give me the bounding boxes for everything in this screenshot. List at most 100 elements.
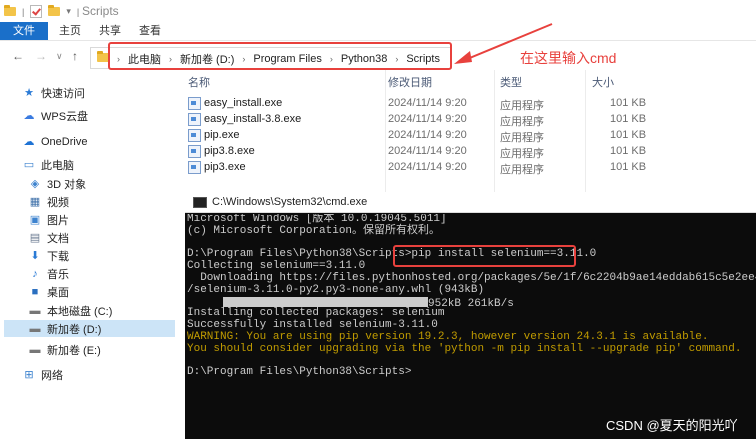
cmd-line: /selenium-3.11.0-py2.py3-none-any.whl (9… (187, 283, 485, 296)
address-highlight-box (108, 42, 452, 70)
cmd-window[interactable]: C:\Windows\System32\cmd.exe Microsoft Wi… (185, 192, 756, 439)
quick-access-toolbar: | ▾ | (4, 5, 79, 18)
tab-file[interactable]: 文件 (0, 22, 48, 40)
star-icon: ★ (24, 87, 34, 99)
cmd-warning-line: You should consider upgrading via the 'p… (187, 342, 742, 355)
folder-icon (4, 5, 16, 16)
file-date: 2024/11/14 9:20 (388, 161, 467, 173)
onedrive-icon: ☁ (23, 136, 35, 148)
nav-item-videos[interactable]: ▦ 视频 (28, 193, 69, 210)
watermark: CSDN @夏天的阳光吖 (606, 418, 738, 433)
file-size: 101 KB (610, 113, 647, 125)
annotation-text: 在这里输入cmd (520, 50, 617, 66)
nav-item-label: 新加卷 (E:) (47, 344, 101, 357)
nav-item-label: 新加卷 (D:) (47, 323, 102, 336)
file-name: pip3.8.exe (204, 145, 255, 157)
file-name: easy_install.exe (204, 97, 283, 109)
exe-file-icon (188, 97, 201, 110)
drive-icon: ▬ (29, 322, 41, 335)
cloud-icon: ☁ (23, 110, 35, 122)
file-size: 101 KB (610, 129, 647, 141)
music-icon: ♪ (32, 267, 38, 280)
file-row[interactable]: pip.exe 2024/11/14 9:20 应用程序 101 KB (182, 128, 756, 144)
nav-item-label: 快速访问 (41, 87, 85, 100)
file-date: 2024/11/14 9:20 (388, 129, 467, 141)
nav-item-documents[interactable]: ▤ 文档 (28, 229, 69, 246)
file-date: 2024/11/14 9:20 (388, 145, 467, 157)
nav-item-label: OneDrive (41, 135, 88, 148)
nav-item-drive-d[interactable]: ▬ 新加卷 (D:) (4, 320, 175, 337)
file-date: 2024/11/14 9:20 (388, 97, 467, 109)
video-icon: ▦ (29, 196, 41, 208)
column-header-name[interactable]: 名称 (188, 74, 210, 90)
nav-item-label: 3D 对象 (47, 178, 87, 191)
document-icon: ▤ (29, 232, 41, 244)
nav-item-drive-e[interactable]: ▬ 新加卷 (E:) (28, 341, 101, 358)
nav-item-label: 视频 (47, 196, 69, 209)
ribbon-tabs: 文件 主页 共享 查看 (0, 22, 756, 41)
nav-item-onedrive[interactable]: ☁ OneDrive (22, 133, 88, 150)
nav-item-label: WPS云盘 (41, 110, 89, 123)
exe-file-icon (188, 129, 201, 142)
desktop-icon: ■ (31, 285, 39, 298)
separator-icon: | (22, 6, 25, 17)
up-arrow-icon[interactable]: ↑ (72, 49, 78, 63)
nav-item-label: 文档 (47, 232, 69, 245)
file-type: 应用程序 (500, 100, 544, 112)
tab-home[interactable]: 主页 (52, 22, 88, 40)
nav-item-music[interactable]: ♪ 音乐 (28, 265, 69, 282)
column-header-size[interactable]: 大小 (592, 74, 614, 90)
file-size: 101 KB (610, 161, 647, 173)
nav-item-this-pc[interactable]: ▭ 此电脑 (22, 156, 74, 173)
cmd-titlebar[interactable]: C:\Windows\System32\cmd.exe (185, 192, 756, 213)
cmd-title: C:\Windows\System32\cmd.exe (212, 196, 368, 208)
nav-item-wps-cloud[interactable]: ☁ WPS云盘 (22, 107, 89, 124)
file-date: 2024/11/14 9:20 (388, 113, 467, 125)
download-progress-bar (223, 296, 428, 307)
nav-item-label: 下载 (47, 250, 69, 263)
cmd-line: Downloading https://files.pythonhosted.o… (187, 271, 756, 284)
file-row[interactable]: easy_install.exe 2024/11/14 9:20 应用程序 10… (182, 96, 756, 112)
file-type: 应用程序 (500, 164, 544, 176)
file-list: 名称 修改日期 类型 大小 easy_install.exe 2024/11/1… (182, 70, 756, 270)
column-header-date[interactable]: 修改日期 (388, 74, 432, 90)
cmd-prompt-line: D:\Program Files\Python38\Scripts> (187, 366, 412, 379)
file-row[interactable]: pip3.8.exe 2024/11/14 9:20 应用程序 101 KB (182, 144, 756, 160)
file-name: easy_install-3.8.exe (204, 113, 302, 125)
drive-icon: ▬ (29, 343, 41, 356)
nav-item-label: 图片 (47, 214, 69, 227)
exe-file-icon (188, 113, 201, 126)
file-size: 101 KB (610, 145, 647, 157)
file-size: 101 KB (610, 97, 647, 109)
file-name: pip3.exe (204, 161, 246, 173)
nav-item-3d-objects[interactable]: ◈ 3D 对象 (28, 175, 86, 192)
back-arrow-icon[interactable]: ← (12, 49, 24, 63)
new-folder-icon[interactable] (48, 5, 61, 16)
nav-item-quick-access[interactable]: ★ 快速访问 (22, 84, 85, 101)
properties-icon[interactable] (30, 5, 43, 18)
tab-view[interactable]: 查看 (132, 22, 168, 40)
cmd-warning-line: WARNING: You are using pip version 19.2.… (187, 330, 709, 343)
file-row[interactable]: easy_install-3.8.exe 2024/11/14 9:20 应用程… (182, 112, 756, 128)
window-titlebar: | ▾ | Scripts (0, 0, 756, 22)
cmd-line: (c) Microsoft Corporation。保留所有权利。 (187, 224, 441, 237)
file-type: 应用程序 (500, 148, 544, 160)
tab-share[interactable]: 共享 (92, 22, 128, 40)
nav-item-label: 网络 (41, 369, 63, 382)
file-type: 应用程序 (500, 132, 544, 144)
network-icon: ⊞ (24, 369, 34, 381)
column-header-type[interactable]: 类型 (500, 74, 522, 90)
recent-dropdown-icon[interactable]: ∨ (56, 51, 63, 62)
nav-item-network[interactable]: ⊞ 网络 (22, 366, 63, 383)
dropdown-icon[interactable]: ▾ (66, 6, 71, 17)
nav-item-label: 音乐 (47, 268, 69, 281)
nav-item-desktop[interactable]: ■ 桌面 (28, 283, 69, 300)
forward-arrow-icon[interactable]: → (35, 49, 47, 63)
terminal-icon (193, 197, 207, 208)
nav-item-label: 桌面 (47, 286, 69, 299)
nav-item-downloads[interactable]: ⬇ 下载 (28, 247, 69, 264)
picture-icon: ▣ (29, 214, 41, 226)
nav-item-pictures[interactable]: ▣ 图片 (28, 211, 69, 228)
file-row[interactable]: pip3.exe 2024/11/14 9:20 应用程序 101 KB (182, 160, 756, 176)
nav-item-drive-c[interactable]: ▬ 本地磁盘 (C:) (28, 302, 113, 319)
